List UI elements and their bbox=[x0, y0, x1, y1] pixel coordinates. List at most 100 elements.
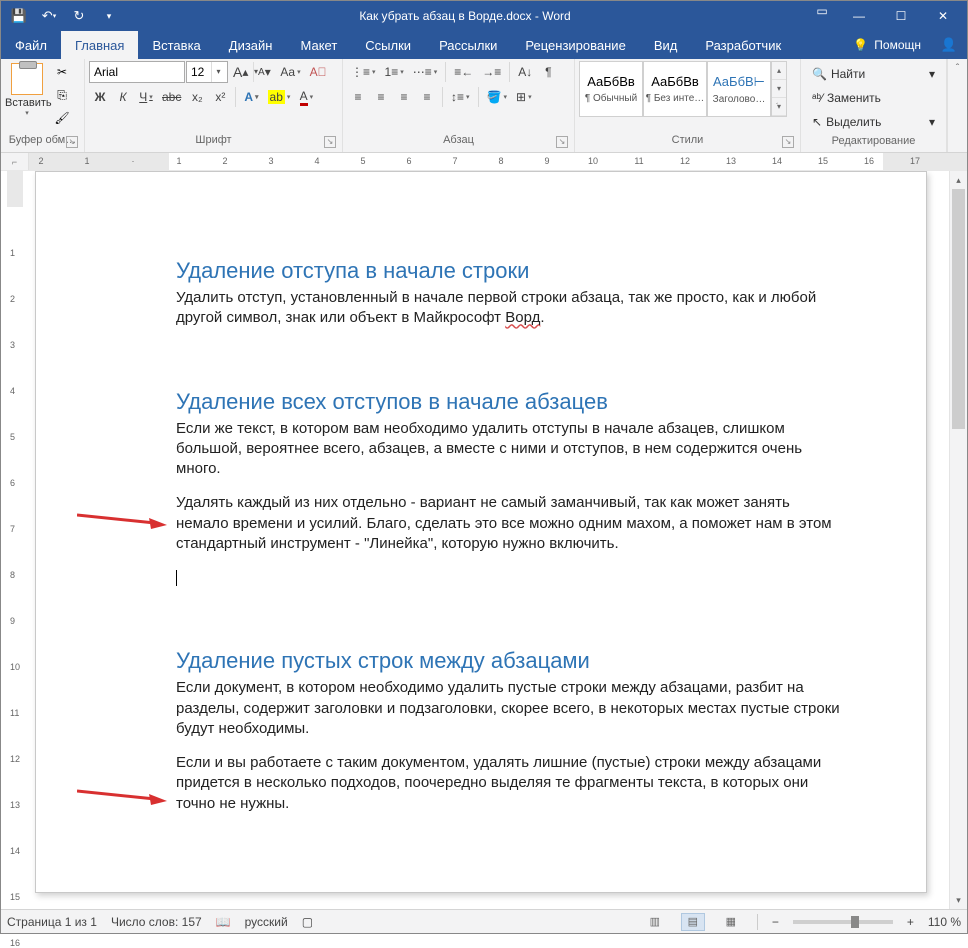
style-heading1[interactable]: АаБбВ⊢Заголово… bbox=[707, 61, 771, 117]
format-painter-icon[interactable]: 🖌 bbox=[51, 107, 73, 129]
justify-icon[interactable]: ≡ bbox=[416, 86, 438, 108]
qat-undo-icon[interactable]: ↶▾ bbox=[35, 4, 63, 28]
tab-developer[interactable]: Разработчик bbox=[691, 31, 795, 59]
shrink-font-icon[interactable]: A▾ bbox=[253, 61, 275, 83]
numbering-icon[interactable]: 1≡▾ bbox=[381, 61, 408, 83]
font-family-combo[interactable]: ▾ bbox=[89, 61, 185, 83]
align-left-icon[interactable]: ≡ bbox=[347, 86, 369, 108]
font-dialog-launcher[interactable]: ↘ bbox=[324, 136, 336, 148]
tab-layout[interactable]: Макет bbox=[286, 31, 351, 59]
font-color-icon[interactable]: A▾ bbox=[295, 86, 317, 108]
paste-label: Вставить bbox=[5, 97, 49, 109]
increase-indent-icon[interactable]: →≡ bbox=[478, 61, 505, 83]
borders-icon[interactable]: ⊞▾ bbox=[512, 86, 536, 108]
tab-design[interactable]: Дизайн bbox=[215, 31, 287, 59]
tab-file[interactable]: Файл bbox=[1, 31, 61, 59]
font-size-input[interactable] bbox=[187, 62, 211, 82]
status-proofing-icon[interactable]: 📖 bbox=[216, 915, 231, 929]
change-case-icon[interactable]: Aa▾ bbox=[276, 61, 304, 83]
tell-me[interactable]: 💡 Помощн bbox=[843, 31, 931, 59]
paragraph-2: Если же текст, в котором вам необходимо … bbox=[176, 419, 846, 480]
style-normal[interactable]: АаБбВв¶ Обычный bbox=[579, 61, 643, 117]
tab-home[interactable]: Главная bbox=[61, 31, 138, 59]
align-center-icon[interactable]: ≡ bbox=[370, 86, 392, 108]
zoom-slider[interactable] bbox=[793, 920, 893, 924]
heading-3: Удаление пустых строк между абзацами bbox=[176, 648, 846, 674]
replace-button[interactable]: ᵃᵇ⁄ Заменить bbox=[807, 87, 940, 109]
underline-button[interactable]: Ч▾ bbox=[135, 86, 157, 108]
shading-icon[interactable]: 🪣▾ bbox=[483, 86, 511, 108]
horizontal-ruler[interactable]: ⌐ 21·1234567891011121314151617 bbox=[1, 153, 967, 171]
paragraph-1: Удалить отступ, установленный в начале п… bbox=[176, 288, 846, 329]
line-spacing-icon[interactable]: ↕≡▾ bbox=[447, 86, 474, 108]
qat-save-icon[interactable]: 💾 bbox=[5, 4, 33, 28]
status-words[interactable]: Число слов: 157 bbox=[111, 915, 202, 929]
multilevel-list-icon[interactable]: ⋯≡▾ bbox=[409, 61, 442, 83]
zoom-level[interactable]: 110 % bbox=[928, 915, 961, 929]
close-button[interactable]: ✕ bbox=[923, 4, 963, 28]
vertical-scrollbar[interactable]: ▴ ▾ bbox=[949, 171, 967, 909]
empty-paragraph bbox=[176, 568, 846, 588]
document-area: 12345678910111213141516 Удаление отступа… bbox=[1, 171, 967, 909]
paragraph-dialog-launcher[interactable]: ↘ bbox=[556, 136, 568, 148]
ribbon-display-options-icon[interactable]: ▭ bbox=[807, 4, 837, 28]
styles-dialog-launcher[interactable]: ↘ bbox=[782, 136, 794, 148]
decrease-indent-icon[interactable]: ≡← bbox=[450, 61, 477, 83]
cut-icon[interactable]: ✂ bbox=[51, 61, 73, 83]
style-no-spacing[interactable]: АаБбВв¶ Без инте… bbox=[643, 61, 707, 117]
superscript-icon[interactable]: x² bbox=[209, 86, 231, 108]
paragraph-3: Удалять каждый из них отдельно - вариант… bbox=[176, 493, 846, 554]
collapse-ribbon-icon[interactable]: ˆ bbox=[956, 63, 959, 74]
subscript-icon[interactable]: x₂ bbox=[186, 86, 208, 108]
tab-mailings[interactable]: Рассылки bbox=[425, 31, 511, 59]
annotation-arrow-1 bbox=[77, 509, 167, 529]
status-macro-icon[interactable]: ▢ bbox=[302, 915, 313, 929]
maximize-button[interactable]: ☐ bbox=[881, 4, 921, 28]
share-icon[interactable]: 👤 bbox=[931, 31, 967, 59]
minimize-button[interactable]: — bbox=[839, 4, 879, 28]
statusbar: Страница 1 из 1 Число слов: 157 📖 русски… bbox=[1, 909, 967, 933]
paste-button[interactable]: Вставить ▾ bbox=[5, 61, 49, 131]
clipboard-dialog-launcher[interactable]: ↘ bbox=[66, 136, 78, 148]
vertical-ruler[interactable]: 12345678910111213141516 bbox=[1, 171, 29, 909]
find-button[interactable]: 🔍 Найти ▾ bbox=[807, 63, 940, 85]
scroll-down-icon[interactable]: ▾ bbox=[950, 891, 967, 909]
ribbon-tabs: Файл Главная Вставка Дизайн Макет Ссылки… bbox=[1, 31, 967, 59]
ruler-corner[interactable]: ⌐ bbox=[1, 153, 29, 170]
font-size-combo[interactable]: ▾ bbox=[186, 61, 228, 83]
select-button[interactable]: ↖ Выделить ▾ bbox=[807, 111, 940, 133]
tab-insert[interactable]: Вставка bbox=[138, 31, 214, 59]
status-language[interactable]: русский bbox=[245, 915, 288, 929]
page-canvas[interactable]: Удаление отступа в начале строки Удалить… bbox=[29, 171, 949, 909]
bullets-icon[interactable]: ⋮≡▾ bbox=[347, 61, 380, 83]
tab-view[interactable]: Вид bbox=[640, 31, 692, 59]
scroll-up-icon[interactable]: ▴ bbox=[950, 171, 967, 189]
view-read-icon[interactable]: ▥ bbox=[643, 913, 667, 931]
clear-formatting-icon[interactable]: A⃠ bbox=[306, 61, 331, 83]
view-print-icon[interactable]: ▤ bbox=[681, 913, 705, 931]
highlight-icon[interactable]: ab▾ bbox=[264, 86, 295, 108]
paragraph-4: Если документ, в котором необходимо удал… bbox=[176, 678, 846, 739]
view-web-icon[interactable]: ▦ bbox=[719, 913, 743, 931]
bold-button[interactable]: Ж bbox=[89, 86, 111, 108]
zoom-out-icon[interactable]: − bbox=[772, 915, 779, 929]
sort-icon[interactable]: A↓ bbox=[514, 61, 536, 83]
scroll-thumb[interactable] bbox=[952, 189, 965, 429]
italic-button[interactable]: К bbox=[112, 86, 134, 108]
show-marks-icon[interactable]: ¶ bbox=[537, 61, 559, 83]
zoom-in-icon[interactable]: + bbox=[907, 915, 914, 929]
strike-button[interactable]: abc bbox=[158, 86, 185, 108]
qat-redo-icon[interactable]: ↻ bbox=[65, 4, 93, 28]
status-page[interactable]: Страница 1 из 1 bbox=[7, 915, 97, 929]
copy-icon[interactable]: ⎘ bbox=[51, 84, 73, 106]
tab-references[interactable]: Ссылки bbox=[351, 31, 425, 59]
styles-scroll[interactable]: ▴▾᷾▾ bbox=[771, 61, 787, 117]
grow-font-icon[interactable]: A▴ bbox=[229, 61, 252, 83]
tab-review[interactable]: Рецензирование bbox=[511, 31, 639, 59]
titlebar: 💾 ↶▾ ↻ ▾ Как убрать абзац в Ворде.docx -… bbox=[1, 1, 967, 31]
zoom-handle[interactable] bbox=[851, 916, 859, 928]
paragraph-group-label: Абзац bbox=[443, 134, 474, 146]
qat-customize-icon[interactable]: ▾ bbox=[95, 4, 123, 28]
align-right-icon[interactable]: ≡ bbox=[393, 86, 415, 108]
text-effects-icon[interactable]: A▾ bbox=[240, 86, 262, 108]
